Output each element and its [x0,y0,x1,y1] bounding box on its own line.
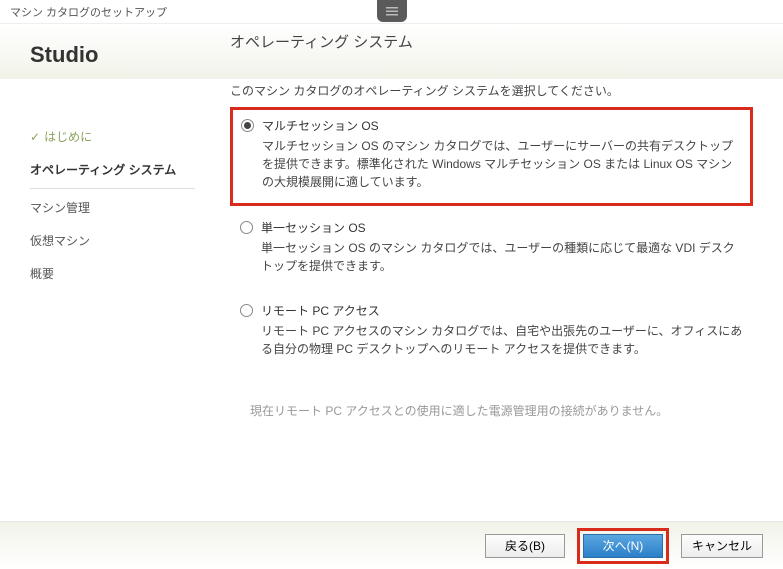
footer: 戻る(B) 次へ(N) キャンセル [0,521,783,569]
titlebar-menu-button[interactable] [377,0,407,22]
back-button[interactable]: 戻る(B) [485,534,565,558]
option-row-1[interactable]: 単一セッション OS [240,216,743,239]
next-button-highlight: 次へ(N) [577,528,669,564]
content-container: Studio ✓はじめにオペレーティング システムマシン管理仮想マシン概要 オペ… [0,79,783,521]
main-panel: オペレーティング システム このマシン カタログのオペレーティング システムを選… [215,79,783,521]
radio-button[interactable] [241,119,254,132]
nav-item-label: マシン管理 [30,201,90,215]
option-box-1: 単一セッション OS 単一セッション OS のマシン カタログでは、ユーザーの種類… [230,210,753,289]
page-heading: オペレーティング システム [230,31,753,52]
options-area: マルチセッション OS マルチセッション OS のマシン カタログでは、ユーザーに… [230,107,753,372]
radio-button[interactable] [240,304,253,317]
instruction-text: このマシン カタログのオペレーティング システムを選択してください。 [230,82,753,99]
hamburger-icon [386,5,398,17]
next-button[interactable]: 次へ(N) [583,534,663,558]
nav-item-3[interactable]: 仮想マシン [30,224,195,257]
nav-item-label: 概要 [30,267,54,281]
nav-list: ✓ はじめにオペレーティング システムマシン管理仮想マシン概要 [30,120,195,290]
option-row-2[interactable]: リモート PC アクセス [240,299,743,322]
sidebar: Studio ✓はじめにオペレーティング システムマシン管理仮想マシン概要 [0,79,215,521]
option-box-0: マルチセッション OS マルチセッション OS のマシン カタログでは、ユーザーに… [230,107,753,206]
nav-item-0[interactable]: ✓ はじめに [30,120,195,153]
cancel-button[interactable]: キャンセル [681,534,763,558]
check-icon: ✓ [30,130,40,144]
option-label: リモート PC アクセス [261,302,380,319]
brand-logo: Studio [30,42,195,68]
nav-item-2[interactable]: マシン管理 [30,191,195,224]
option-label: マルチセッション OS [262,117,379,134]
nav-item-label: オペレーティング システム [30,163,176,177]
footnote: 現在リモート PC アクセスとの使用に適した電源管理用の接続がありません。 [250,402,753,419]
titlebar: マシン カタログのセットアップ [0,0,783,24]
option-row-0[interactable]: マルチセッション OS [241,114,742,137]
option-box-2: リモート PC アクセスリモート PC アクセスのマシン カタログでは、自宅や出… [230,293,753,372]
option-description: リモート PC アクセスのマシン カタログでは、自宅や出張先のユーザーに、オフィ… [261,322,743,358]
option-label: 単一セッション OS [261,219,366,236]
nav-item-label: はじめに [44,130,92,144]
nav-item-label: 仮想マシン [30,234,90,248]
nav-item-1[interactable]: オペレーティング システム [30,153,195,189]
window-title: マシン カタログのセットアップ [10,7,167,19]
nav-item-4[interactable]: 概要 [30,257,195,290]
option-description: 単一セッション OS のマシン カタログでは、ユーザーの種類に応じて最適な VD… [261,239,743,275]
option-description: マルチセッション OS のマシン カタログでは、ユーザーにサーバーの共有デスクト… [262,137,742,191]
radio-button[interactable] [240,221,253,234]
